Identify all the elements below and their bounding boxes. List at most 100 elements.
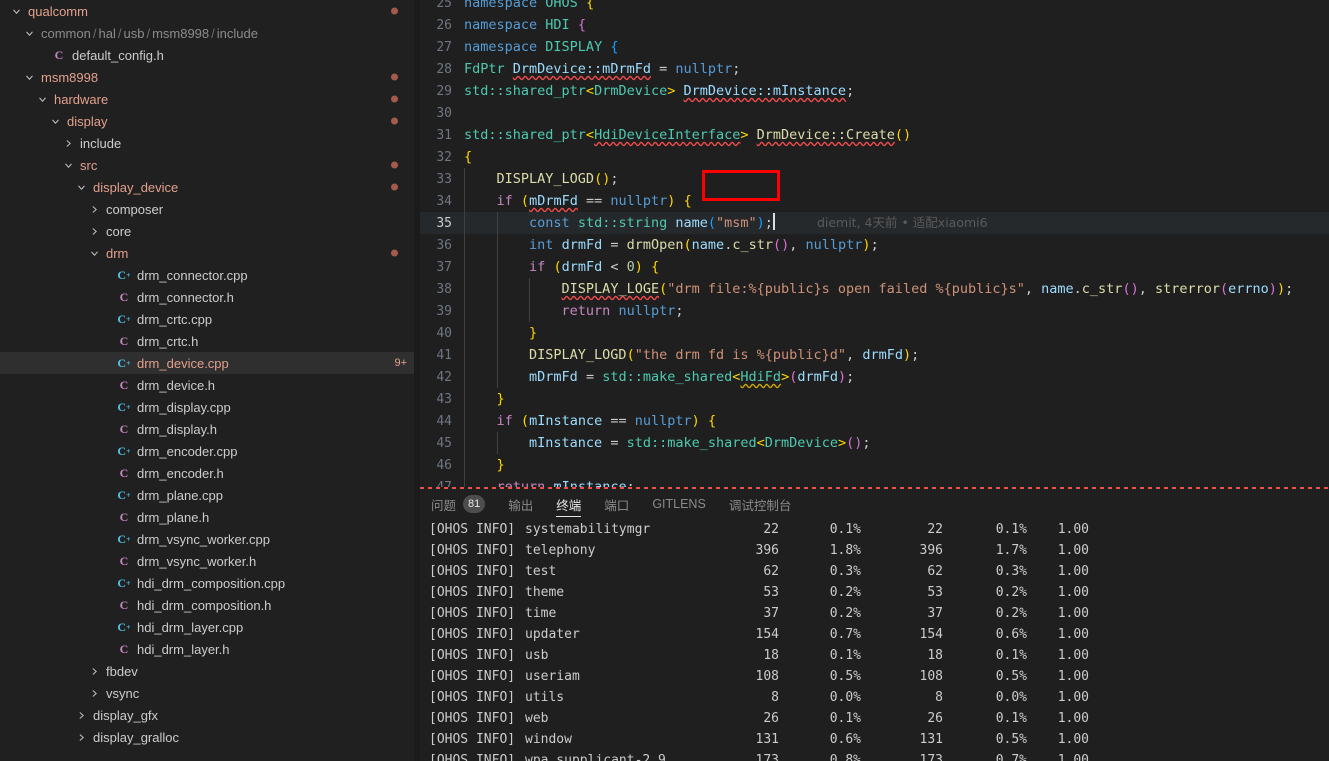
code-line-27[interactable]: 27 namespace DISPLAY { bbox=[420, 36, 1329, 58]
chevron-down-icon[interactable] bbox=[60, 154, 76, 176]
code-line-47[interactable]: 47 return mInstance; bbox=[420, 476, 1329, 487]
chevron-down-icon[interactable] bbox=[21, 66, 37, 88]
tree-item-msm8998[interactable]: msm8998 bbox=[0, 66, 420, 88]
code-line-36[interactable]: 36 int drmFd = drmOpen(name.c_str(), nul… bbox=[420, 234, 1329, 256]
code-line-43[interactable]: 43 } bbox=[420, 388, 1329, 410]
indent-guide bbox=[496, 234, 498, 256]
panel-tab-GITLENS[interactable]: GITLENS bbox=[652, 489, 717, 519]
code-line-46[interactable]: 46 } bbox=[420, 454, 1329, 476]
chevron-right-icon[interactable] bbox=[60, 132, 76, 154]
panel-tab-终端[interactable]: 终端 bbox=[556, 489, 592, 519]
tree-item-vsync[interactable]: vsync bbox=[0, 682, 420, 704]
code-editor[interactable]: 25 namespace OHOS {26 namespace HDI {27 nam… bbox=[420, 0, 1329, 487]
chevron-right-icon[interactable] bbox=[86, 220, 102, 242]
tree-item-fbdev[interactable]: fbdev bbox=[0, 660, 420, 682]
code-line-37[interactable]: 37 if (drmFd < 0) { bbox=[420, 256, 1329, 278]
tree-item-common-hal-usb-msm8998-include[interactable]: common / hal / usb / msm8998/include bbox=[0, 22, 420, 44]
tree-item-drm-plane-h[interactable]: Cdrm_plane.h bbox=[0, 506, 420, 528]
panel-tab-label: 调试控制台 bbox=[728, 498, 792, 513]
chevron-down-icon[interactable] bbox=[8, 0, 24, 22]
chevron-down-icon[interactable] bbox=[34, 88, 50, 110]
tree-item-core[interactable]: core bbox=[0, 220, 420, 242]
tree-item-drm-encoder-h[interactable]: Cdrm_encoder.h bbox=[0, 462, 420, 484]
tree-item-drm-encoder-cpp[interactable]: C + drm_encoder.cpp bbox=[0, 440, 420, 462]
tree-item-hdi-drm-composition-h[interactable]: Chdi_drm_composition.h bbox=[0, 594, 420, 616]
tree-item-composer[interactable]: composer bbox=[0, 198, 420, 220]
log-tag: [OHOS INFO] bbox=[429, 627, 516, 642]
line-number: 33 bbox=[436, 172, 452, 187]
tree-item-hdi-drm-layer-cpp[interactable]: C + hdi_drm_layer.cpp bbox=[0, 616, 420, 638]
indent-guide bbox=[529, 278, 530, 300]
tree-item-display-device[interactable]: display_device bbox=[0, 176, 420, 198]
tree-item-hardware[interactable]: hardware bbox=[0, 88, 420, 110]
count-1: 18 bbox=[763, 648, 779, 663]
count-1: 22 bbox=[763, 522, 779, 537]
header-file-icon: C bbox=[54, 47, 64, 62]
chevron-down-icon[interactable] bbox=[73, 176, 89, 198]
code-line-32[interactable]: 32 { bbox=[420, 146, 1329, 168]
tree-item-src[interactable]: src bbox=[0, 154, 420, 176]
code-line-28[interactable]: 28 FdPtr DrmDevice::mDrmFd = nullptr; bbox=[420, 58, 1329, 80]
tree-item-display-gfx[interactable]: display_gfx bbox=[0, 704, 420, 726]
ratio: 1.00 bbox=[1057, 669, 1089, 684]
tree-item-hdi-drm-composition-cpp[interactable]: C + hdi_drm_composition.cpp bbox=[0, 572, 420, 594]
percent-2: 1.7% bbox=[995, 543, 1027, 558]
tree-item-qualcomm[interactable]: qualcomm bbox=[0, 0, 420, 22]
tree-item-drm-crtc-h[interactable]: Cdrm_crtc.h bbox=[0, 330, 420, 352]
tree-item-display-gralloc[interactable]: display_gralloc bbox=[0, 726, 420, 748]
tree-item-drm-connector-h[interactable]: Cdrm_connector.h bbox=[0, 286, 420, 308]
code-line-38[interactable]: 38 DISPLAY_LOGE("drm file:%{public}s ope… bbox=[420, 278, 1329, 300]
chevron-down-icon[interactable] bbox=[21, 22, 37, 44]
tree-item-drm-connector-cpp[interactable]: C + drm_connector.cpp bbox=[0, 264, 420, 286]
code-line-41[interactable]: 41 DISPLAY_LOGD("the drm fd is %{public}… bbox=[420, 344, 1329, 366]
chevron-down-icon[interactable] bbox=[86, 242, 102, 264]
tree-item-display[interactable]: display bbox=[0, 110, 420, 132]
tree-item-drm-device-cpp[interactable]: C + drm_device.cpp 9+ bbox=[0, 352, 420, 374]
code-line-44[interactable]: 44 if (mInstance == nullptr) { bbox=[420, 410, 1329, 432]
terminal-line: [OHOS INFO] test 62 0.3% 62 0.3% 1.00 bbox=[429, 561, 1329, 582]
chevron-right-icon[interactable] bbox=[86, 682, 102, 704]
tree-item-drm-device-h[interactable]: Cdrm_device.h bbox=[0, 374, 420, 396]
chevron-right-icon[interactable] bbox=[86, 660, 102, 682]
chevron-right-icon[interactable] bbox=[86, 198, 102, 220]
log-tag: [OHOS INFO] bbox=[429, 690, 516, 705]
tree-item-drm-crtc-cpp[interactable]: C + drm_crtc.cpp bbox=[0, 308, 420, 330]
tree-item-drm-vsync-worker-h[interactable]: Cdrm_vsync_worker.h bbox=[0, 550, 420, 572]
count-1: 62 bbox=[763, 564, 779, 579]
code-line-25[interactable]: 25 namespace OHOS { bbox=[420, 0, 1329, 14]
code-line-30[interactable]: 30 bbox=[420, 102, 1329, 124]
count-2: 37 bbox=[927, 606, 943, 621]
chevron-right-icon[interactable] bbox=[73, 704, 89, 726]
tree-item-include[interactable]: include bbox=[0, 132, 420, 154]
cpp-file-icon: C + bbox=[117, 399, 131, 414]
panel-tab-bar[interactable]: 问题 81 输出 终端 端口 GITLENS 调试控制台 bbox=[420, 489, 1329, 519]
tree-item-drm-plane-cpp[interactable]: C + drm_plane.cpp bbox=[0, 484, 420, 506]
panel-tab-输出[interactable]: 输出 bbox=[508, 489, 544, 519]
file-tree[interactable]: qualcomm common / hal / usb / msm8998/include Cd… bbox=[0, 0, 420, 748]
tree-item-drm[interactable]: drm bbox=[0, 242, 420, 264]
tree-item-drm-display-cpp[interactable]: C + drm_display.cpp bbox=[0, 396, 420, 418]
code-line-39[interactable]: 39 return nullptr; bbox=[420, 300, 1329, 322]
code-line-31[interactable]: 31 std::shared_ptr<HdiDeviceInterface> Dr… bbox=[420, 124, 1329, 146]
panel-tab-端口[interactable]: 端口 bbox=[604, 489, 640, 519]
tree-item-default-config-h[interactable]: Cdefault_config.h bbox=[0, 44, 420, 66]
code-line-33[interactable]: 33 DISPLAY_LOGD(); bbox=[420, 168, 1329, 190]
panel-tab-问题[interactable]: 问题 81 bbox=[431, 489, 496, 519]
code-line-29[interactable]: 29 std::shared_ptr<DrmDevice> DrmDevice::… bbox=[420, 80, 1329, 102]
code-line-45[interactable]: 45 mInstance = std::make_shared<DrmDevic… bbox=[420, 432, 1329, 454]
chevron-down-icon[interactable] bbox=[47, 110, 63, 132]
code-line-42[interactable]: 42 mDrmFd = std::make_shared<HdiFd>(drmF… bbox=[420, 366, 1329, 388]
tree-item-hdi-drm-layer-h[interactable]: Chdi_drm_layer.h bbox=[0, 638, 420, 660]
module-name: useriam bbox=[525, 669, 580, 684]
code-line-35[interactable]: 35 const std::string name("msm"); diemit,… bbox=[420, 212, 1329, 234]
tree-item-label: drm_connector.cpp bbox=[137, 267, 248, 283]
code-line-26[interactable]: 26 namespace HDI { bbox=[420, 14, 1329, 36]
tree-item-drm-vsync-worker-cpp[interactable]: C + drm_vsync_worker.cpp bbox=[0, 528, 420, 550]
chevron-right-icon[interactable] bbox=[73, 726, 89, 748]
code-line-34[interactable]: 34 if (mDrmFd == nullptr) { bbox=[420, 190, 1329, 212]
code-line-40[interactable]: 40 } bbox=[420, 322, 1329, 344]
terminal-output[interactable]: [OHOS INFO] systemabilitymgr 22 0.1% 22 0.1% 1… bbox=[420, 519, 1329, 761]
panel-tab-调试控制台[interactable]: 调试控制台 bbox=[729, 489, 803, 519]
line-number: 39 bbox=[436, 304, 452, 319]
tree-item-drm-display-h[interactable]: Cdrm_display.h bbox=[0, 418, 420, 440]
